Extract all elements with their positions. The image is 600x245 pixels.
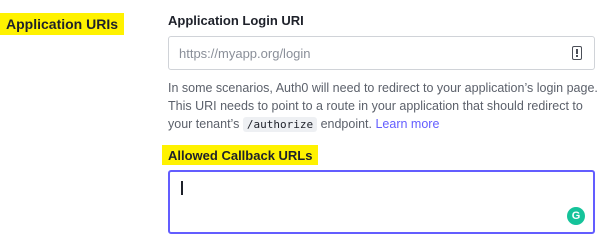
login-uri-help-text: In some scenarios, Auth0 will need to re… <box>168 79 598 134</box>
grammarly-icon[interactable]: G <box>567 207 585 225</box>
section-title: Application URIs <box>0 13 125 35</box>
authorize-code: /authorize <box>242 117 318 132</box>
help-text-part-2: endpoint. <box>320 117 372 131</box>
login-uri-field[interactable] <box>168 36 595 70</box>
learn-more-link[interactable]: Learn more <box>375 117 439 131</box>
info-box-icon[interactable] <box>572 46 582 60</box>
grammarly-glyph: G <box>571 209 581 222</box>
login-uri-input[interactable] <box>179 45 559 61</box>
text-cursor <box>181 181 183 195</box>
callback-urls-label: Allowed Callback URLs <box>162 145 319 165</box>
login-uri-label: Application Login URI <box>168 13 304 28</box>
callback-urls-textarea[interactable] <box>170 172 593 232</box>
callback-urls-field[interactable]: G <box>168 170 595 234</box>
